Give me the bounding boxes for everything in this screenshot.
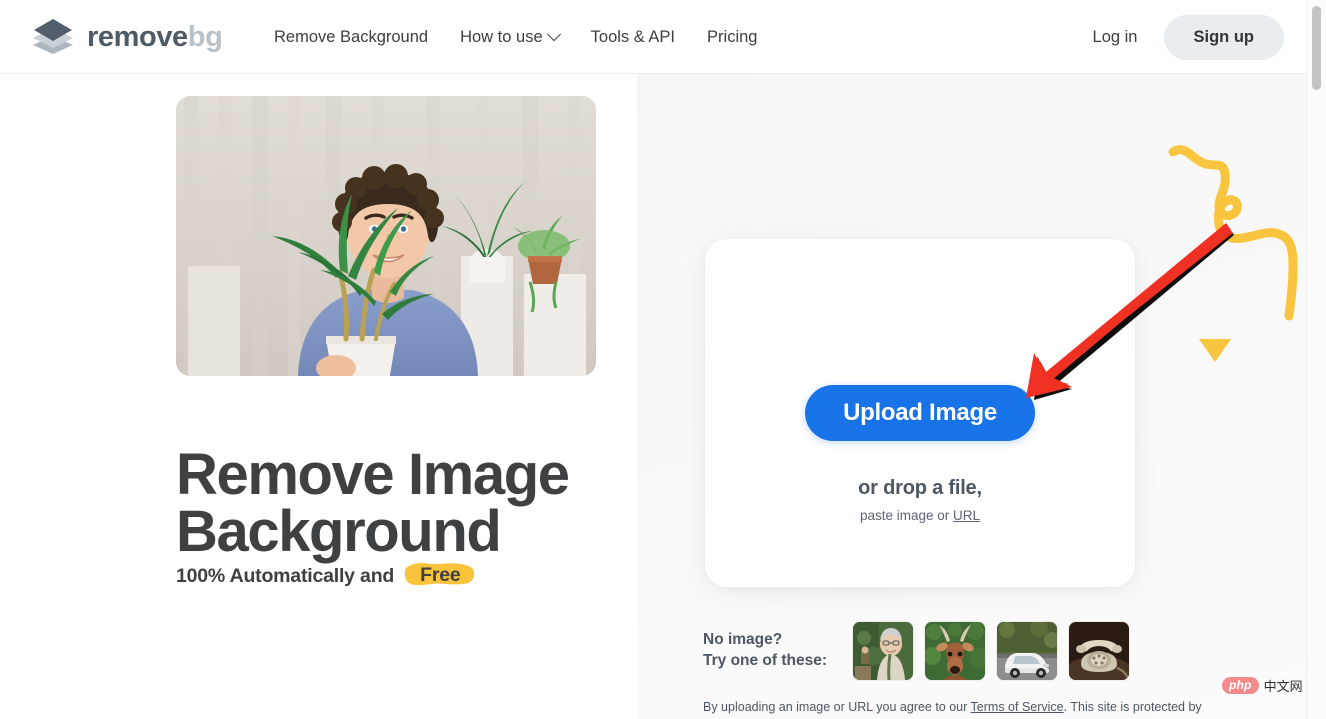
legal-disclaimer: By uploading an image or URL you agree t… <box>703 700 1202 714</box>
sample-thumb-car[interactable] <box>997 622 1057 680</box>
nav-item-remove-background[interactable]: Remove Background <box>274 28 428 47</box>
main-navigation: Remove Background How to use Tools & API… <box>274 0 757 74</box>
page-title-line1: Remove Image <box>176 441 570 507</box>
vertical-scrollbar-thumb[interactable] <box>1312 6 1321 90</box>
drop-file-text: or drop a file, <box>858 477 982 499</box>
nav-label: Tools & API <box>590 27 676 46</box>
nav-label: Pricing <box>707 27 758 46</box>
chevron-down-icon <box>546 27 561 42</box>
paste-image-text: paste image or URL <box>705 508 1135 523</box>
layers-diamond-icon <box>33 19 73 54</box>
free-badge: Free <box>404 560 476 592</box>
sample-images-section: No image? Try one of these: <box>703 622 1129 680</box>
terms-of-service-link[interactable]: Terms of Service <box>971 700 1064 714</box>
sample-thumb-impala[interactable] <box>925 622 985 680</box>
nav-item-tools-api[interactable]: Tools & API <box>591 28 675 47</box>
sample-telephone-icon <box>1069 622 1129 680</box>
login-link[interactable]: Log in <box>1079 20 1152 55</box>
browser-viewport: remove bg Remove Background How to use To… <box>0 0 1306 719</box>
auth-actions: Log in Sign up <box>1079 0 1284 74</box>
sample-thumb-telephone[interactable] <box>1069 622 1129 680</box>
upload-image-button[interactable]: Upload Image <box>805 385 1035 441</box>
sample-impala-icon <box>925 622 985 680</box>
samples-label-line1: No image? <box>703 631 783 649</box>
page-subtitle: 100% Automatically and Free <box>176 560 477 592</box>
sample-images-label: No image? Try one of these: <box>703 630 853 672</box>
sample-thumbnail-list <box>853 622 1129 680</box>
logo-wordmark: remove bg <box>87 20 223 53</box>
paste-prefix-label: paste image or <box>859 508 950 523</box>
samples-label-line2: Try one of these: <box>703 652 828 669</box>
legal-prefix: By uploading an image or URL you agree t… <box>703 700 968 714</box>
hero-photo <box>176 96 596 376</box>
nav-label: How to use <box>460 27 543 46</box>
page-subtitle-text: 100% Automatically and <box>176 564 395 587</box>
page-title-line2: Background <box>176 498 502 564</box>
logo-text-bg: bg <box>187 20 223 53</box>
hero-photo-illustration <box>176 96 596 376</box>
vertical-scrollbar-track[interactable] <box>1306 0 1326 719</box>
paste-url-link[interactable]: URL <box>953 508 980 523</box>
nav-item-pricing[interactable]: Pricing <box>707 28 757 47</box>
legal-suffix: . This site is protected by <box>1063 700 1202 714</box>
sample-car-icon <box>997 622 1057 680</box>
sample-thumb-elderly-man[interactable] <box>853 622 913 680</box>
free-badge-label: Free <box>420 564 461 586</box>
page-root: remove bg Remove Background How to use To… <box>0 0 1326 719</box>
signup-button[interactable]: Sign up <box>1163 14 1284 60</box>
sample-elderly-man-icon <box>853 622 913 680</box>
site-header: remove bg Remove Background How to use To… <box>0 0 1306 74</box>
page-title: Remove Image Background <box>176 445 696 564</box>
logo-text-remove: remove <box>87 20 188 53</box>
nav-label: Remove Background <box>274 27 429 46</box>
nav-item-how-to-use[interactable]: How to use <box>460 27 561 47</box>
site-logo[interactable]: remove bg <box>30 16 223 58</box>
